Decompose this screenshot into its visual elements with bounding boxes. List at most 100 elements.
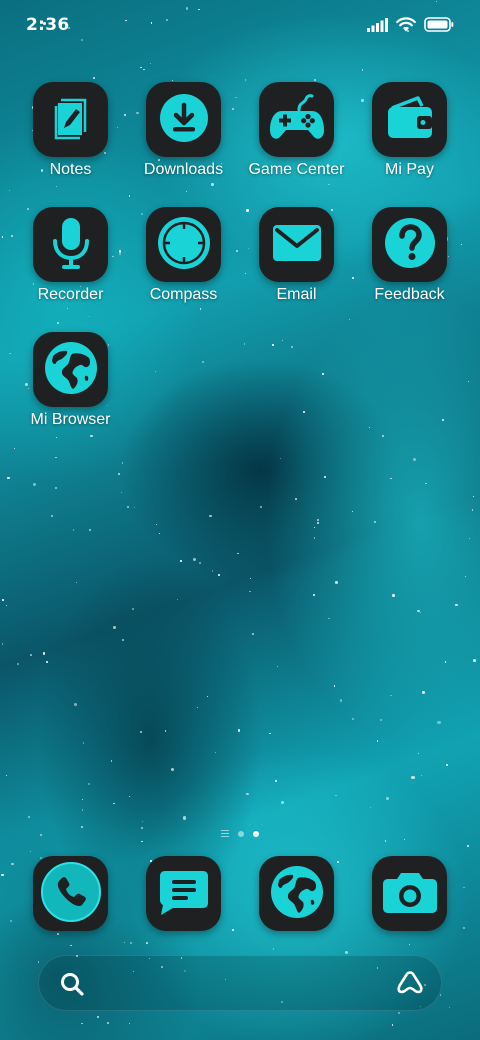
star	[7, 477, 10, 480]
star	[369, 806, 371, 808]
star	[132, 607, 134, 610]
email-app-icon[interactable]	[259, 207, 334, 282]
app-compass[interactable]: Compass	[127, 207, 240, 317]
dock-messages[interactable]	[127, 856, 240, 966]
recorder-app-icon[interactable]	[33, 207, 108, 282]
assistant-icon[interactable]	[396, 970, 424, 1000]
battery-icon	[424, 17, 454, 36]
star	[467, 381, 470, 383]
star	[295, 498, 298, 501]
star	[154, 371, 156, 373]
star	[129, 795, 131, 797]
mi-pay-app-icon[interactable]	[372, 82, 447, 157]
star	[237, 729, 241, 733]
star	[81, 826, 84, 829]
star	[133, 506, 135, 508]
globe-icon	[269, 864, 325, 924]
star	[155, 524, 157, 526]
star	[158, 532, 160, 535]
star	[416, 609, 420, 613]
app-game-center[interactable]: Game Center	[240, 82, 353, 192]
app-email[interactable]: Email	[240, 207, 353, 317]
mi-browser-app-icon[interactable]	[33, 332, 108, 407]
star	[312, 594, 315, 597]
star	[249, 577, 252, 580]
search-icon[interactable]	[59, 971, 85, 1001]
compass-icon	[156, 215, 212, 275]
star	[467, 845, 469, 847]
star	[73, 529, 75, 531]
feedback-app-icon[interactable]	[372, 207, 447, 282]
gamepad-icon	[268, 92, 326, 148]
downloads-app-icon[interactable]	[146, 82, 221, 157]
app-label: Email	[276, 286, 317, 303]
star	[369, 426, 371, 428]
star	[206, 696, 209, 698]
star	[180, 560, 182, 562]
star	[385, 796, 389, 801]
star	[251, 633, 254, 635]
star	[249, 591, 251, 593]
star	[422, 691, 425, 694]
star	[211, 570, 214, 572]
dock-phone[interactable]	[14, 856, 127, 966]
star	[45, 661, 48, 664]
star	[112, 625, 116, 629]
app-notes[interactable]: Notes	[14, 82, 127, 192]
phone-app-icon[interactable]	[33, 856, 108, 931]
star	[313, 537, 316, 539]
star	[420, 611, 422, 613]
camera-app-icon[interactable]	[372, 856, 447, 931]
star	[55, 456, 57, 459]
dock-browser[interactable]	[240, 856, 353, 966]
star	[199, 562, 202, 565]
star	[390, 477, 392, 479]
star	[57, 322, 60, 325]
star	[302, 411, 305, 414]
star	[81, 809, 83, 811]
star	[141, 820, 143, 822]
app-recorder[interactable]: Recorder	[14, 207, 127, 317]
star	[291, 346, 294, 349]
star	[322, 373, 325, 375]
star	[361, 69, 364, 71]
browser-app-icon[interactable]	[259, 856, 334, 931]
star	[54, 487, 57, 490]
app-mi-browser[interactable]: Mi Browser	[14, 332, 127, 442]
compass-app-icon[interactable]	[146, 207, 221, 282]
star	[246, 792, 250, 796]
game-center-app-icon[interactable]	[259, 82, 334, 157]
notes-app-icon[interactable]	[33, 82, 108, 157]
star	[30, 654, 32, 657]
star	[5, 604, 8, 607]
message-icon	[157, 867, 211, 921]
star	[272, 344, 274, 346]
app-mi-pay[interactable]: Mi Pay	[353, 82, 466, 192]
star	[373, 521, 376, 524]
star	[141, 827, 144, 830]
page-dot-1	[238, 830, 244, 837]
app-downloads[interactable]: Downloads	[127, 82, 240, 192]
star	[6, 774, 8, 776]
star	[17, 663, 20, 666]
star	[260, 506, 262, 509]
star	[275, 780, 277, 783]
star	[380, 718, 383, 721]
star	[317, 522, 319, 524]
star	[398, 1011, 401, 1014]
download-icon	[158, 92, 210, 148]
star	[51, 515, 54, 518]
star	[121, 492, 123, 494]
star	[333, 685, 336, 688]
app-feedback[interactable]: Feedback	[353, 207, 466, 317]
search-bar[interactable]	[38, 955, 442, 1011]
app-label: Downloads	[143, 161, 224, 178]
star	[218, 574, 220, 577]
dock-camera[interactable]	[353, 856, 466, 966]
star	[335, 794, 337, 797]
messages-app-icon[interactable]	[146, 856, 221, 931]
star	[412, 457, 416, 461]
star	[376, 740, 379, 742]
phone-icon	[40, 861, 102, 927]
app-label: Mi Pay	[385, 161, 434, 178]
